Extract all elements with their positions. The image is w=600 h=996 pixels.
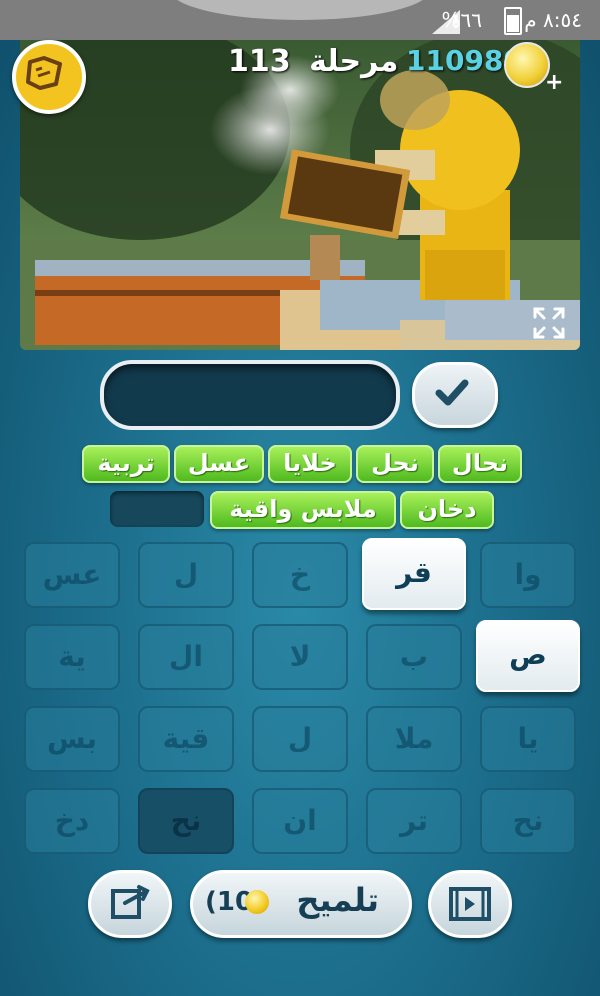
letter-tile[interactable]: قر — [362, 538, 466, 610]
coin-icon — [504, 42, 550, 88]
beekeeper-photo — [20, 40, 580, 350]
clock: ٨:٥٤ م — [524, 8, 582, 32]
share-button[interactable] — [88, 870, 172, 938]
answer-field[interactable] — [100, 360, 400, 430]
letter-tile[interactable]: ية — [24, 624, 120, 690]
letter-tile[interactable]: ص — [476, 620, 580, 692]
hint-button[interactable]: (10 تلميح — [190, 870, 412, 938]
letter-tile[interactable]: لا — [252, 624, 348, 690]
film-icon — [449, 887, 491, 921]
word-chip: عسل — [174, 445, 264, 483]
letter-tile[interactable]: ال — [138, 624, 234, 690]
letter-tile[interactable]: نح — [138, 788, 234, 854]
map-button[interactable] — [12, 40, 86, 114]
level-number: 113 — [228, 44, 291, 79]
letter-tile[interactable]: ملا — [366, 706, 462, 772]
word-chip: دخان — [400, 491, 494, 529]
game-screen: ! %٦٦ ٨:٥٤ م مرحلة 113 1109896 + نحال نح… — [0, 0, 600, 996]
battery-percent: %٦٦ — [441, 8, 483, 32]
map-icon — [26, 56, 62, 90]
submit-button[interactable] — [412, 362, 498, 428]
word-chip: تربية — [82, 445, 170, 483]
word-chip: نحال — [438, 445, 522, 483]
word-chip: نحل — [356, 445, 434, 483]
status-bar: ! %٦٦ ٨:٥٤ م — [0, 0, 600, 40]
letter-tile[interactable]: بس — [24, 706, 120, 772]
letter-tile[interactable]: ل — [138, 542, 234, 608]
letter-tile[interactable]: ان — [252, 788, 348, 854]
word-chip: ملابس واقية — [210, 491, 396, 529]
add-coins-icon[interactable]: + — [545, 70, 563, 95]
letter-tile[interactable]: وا — [480, 542, 576, 608]
level-label: مرحلة — [309, 44, 399, 79]
checkmark-icon — [435, 379, 469, 406]
letter-tile[interactable]: ل — [252, 706, 348, 772]
video-reward-button[interactable] — [428, 870, 512, 938]
letter-tile[interactable]: تر — [366, 788, 462, 854]
level-indicator: مرحلة 113 — [228, 44, 398, 79]
expand-icon[interactable] — [532, 306, 566, 340]
word-chip: خلايا — [268, 445, 352, 483]
share-icon — [111, 885, 150, 919]
letter-tile[interactable]: نح — [480, 788, 576, 854]
letter-tile[interactable]: عس — [24, 542, 120, 608]
letter-tile[interactable]: يا — [480, 706, 576, 772]
battery-icon — [504, 7, 522, 35]
letter-tile[interactable]: دخ — [24, 788, 120, 854]
hint-label: تلميح — [296, 881, 379, 919]
empty-word-slot — [110, 491, 204, 527]
coin-icon — [245, 890, 269, 914]
letter-tile[interactable]: قية — [138, 706, 234, 772]
letter-tile[interactable]: خ — [252, 542, 348, 608]
letter-tile[interactable]: ب — [366, 624, 462, 690]
